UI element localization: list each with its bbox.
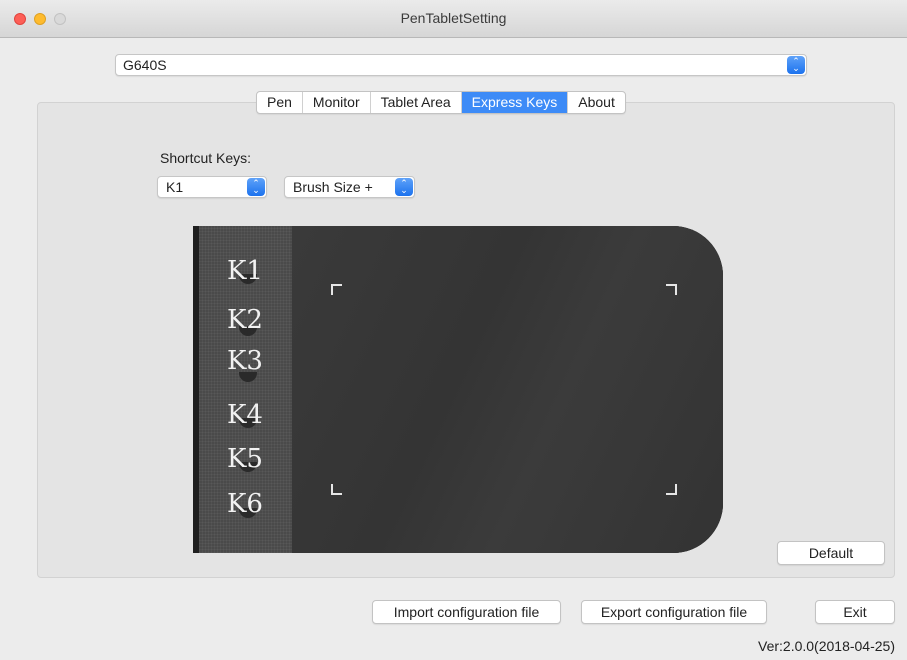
express-keys-strip: K1 K2 K3 K4 K5 K6 [199, 226, 292, 553]
tab-pen[interactable]: Pen [257, 92, 303, 113]
tablet-key-k2: K2 [227, 305, 263, 335]
express-key-select[interactable]: K1 ⌃ ⌄ [157, 176, 267, 198]
title-bar: PenTabletSetting [0, 0, 907, 38]
import-config-button[interactable]: Import configuration file [372, 600, 561, 624]
window-title: PenTabletSetting [400, 10, 507, 26]
express-key-select-value: K1 [166, 179, 184, 195]
tablet-key-k3: K3 [227, 346, 263, 376]
tab-about[interactable]: About [568, 92, 625, 113]
device-select-value: G640S [123, 57, 167, 73]
tab-bar: Pen Monitor Tablet Area Express Keys Abo… [256, 91, 626, 114]
chevron-updown-icon: ⌃ ⌄ [247, 178, 265, 196]
exit-button[interactable]: Exit [815, 600, 895, 624]
corner-mark [666, 284, 677, 295]
tablet-key-k5: K5 [227, 444, 263, 474]
key-action-select-value: Brush Size + [293, 179, 373, 195]
tablet-key-k4: K4 [227, 400, 263, 430]
tab-tablet-area[interactable]: Tablet Area [371, 92, 462, 113]
key-action-select[interactable]: Brush Size + ⌃ ⌄ [284, 176, 415, 198]
device-select[interactable]: G640S ⌃ ⌄ [115, 54, 807, 76]
corner-mark [331, 284, 342, 295]
tab-express-keys[interactable]: Express Keys [461, 92, 569, 113]
version-label: Ver:2.0.0(2018-04-25) [758, 638, 895, 654]
tablet-key-k1: K1 [227, 256, 263, 286]
default-button[interactable]: Default [777, 541, 885, 565]
tablet-image: K1 K2 K3 K4 K5 K6 [193, 226, 723, 553]
tablet-key-k6: K6 [227, 489, 263, 519]
tab-monitor[interactable]: Monitor [303, 92, 371, 113]
chevron-updown-icon: ⌃ ⌄ [395, 178, 413, 196]
tablet-active-surface [292, 226, 723, 553]
export-config-button[interactable]: Export configuration file [581, 600, 767, 624]
chevron-updown-icon: ⌃ ⌄ [787, 56, 805, 74]
corner-mark [666, 484, 677, 495]
corner-mark [331, 484, 342, 495]
shortcut-keys-label: Shortcut Keys: [160, 150, 252, 166]
